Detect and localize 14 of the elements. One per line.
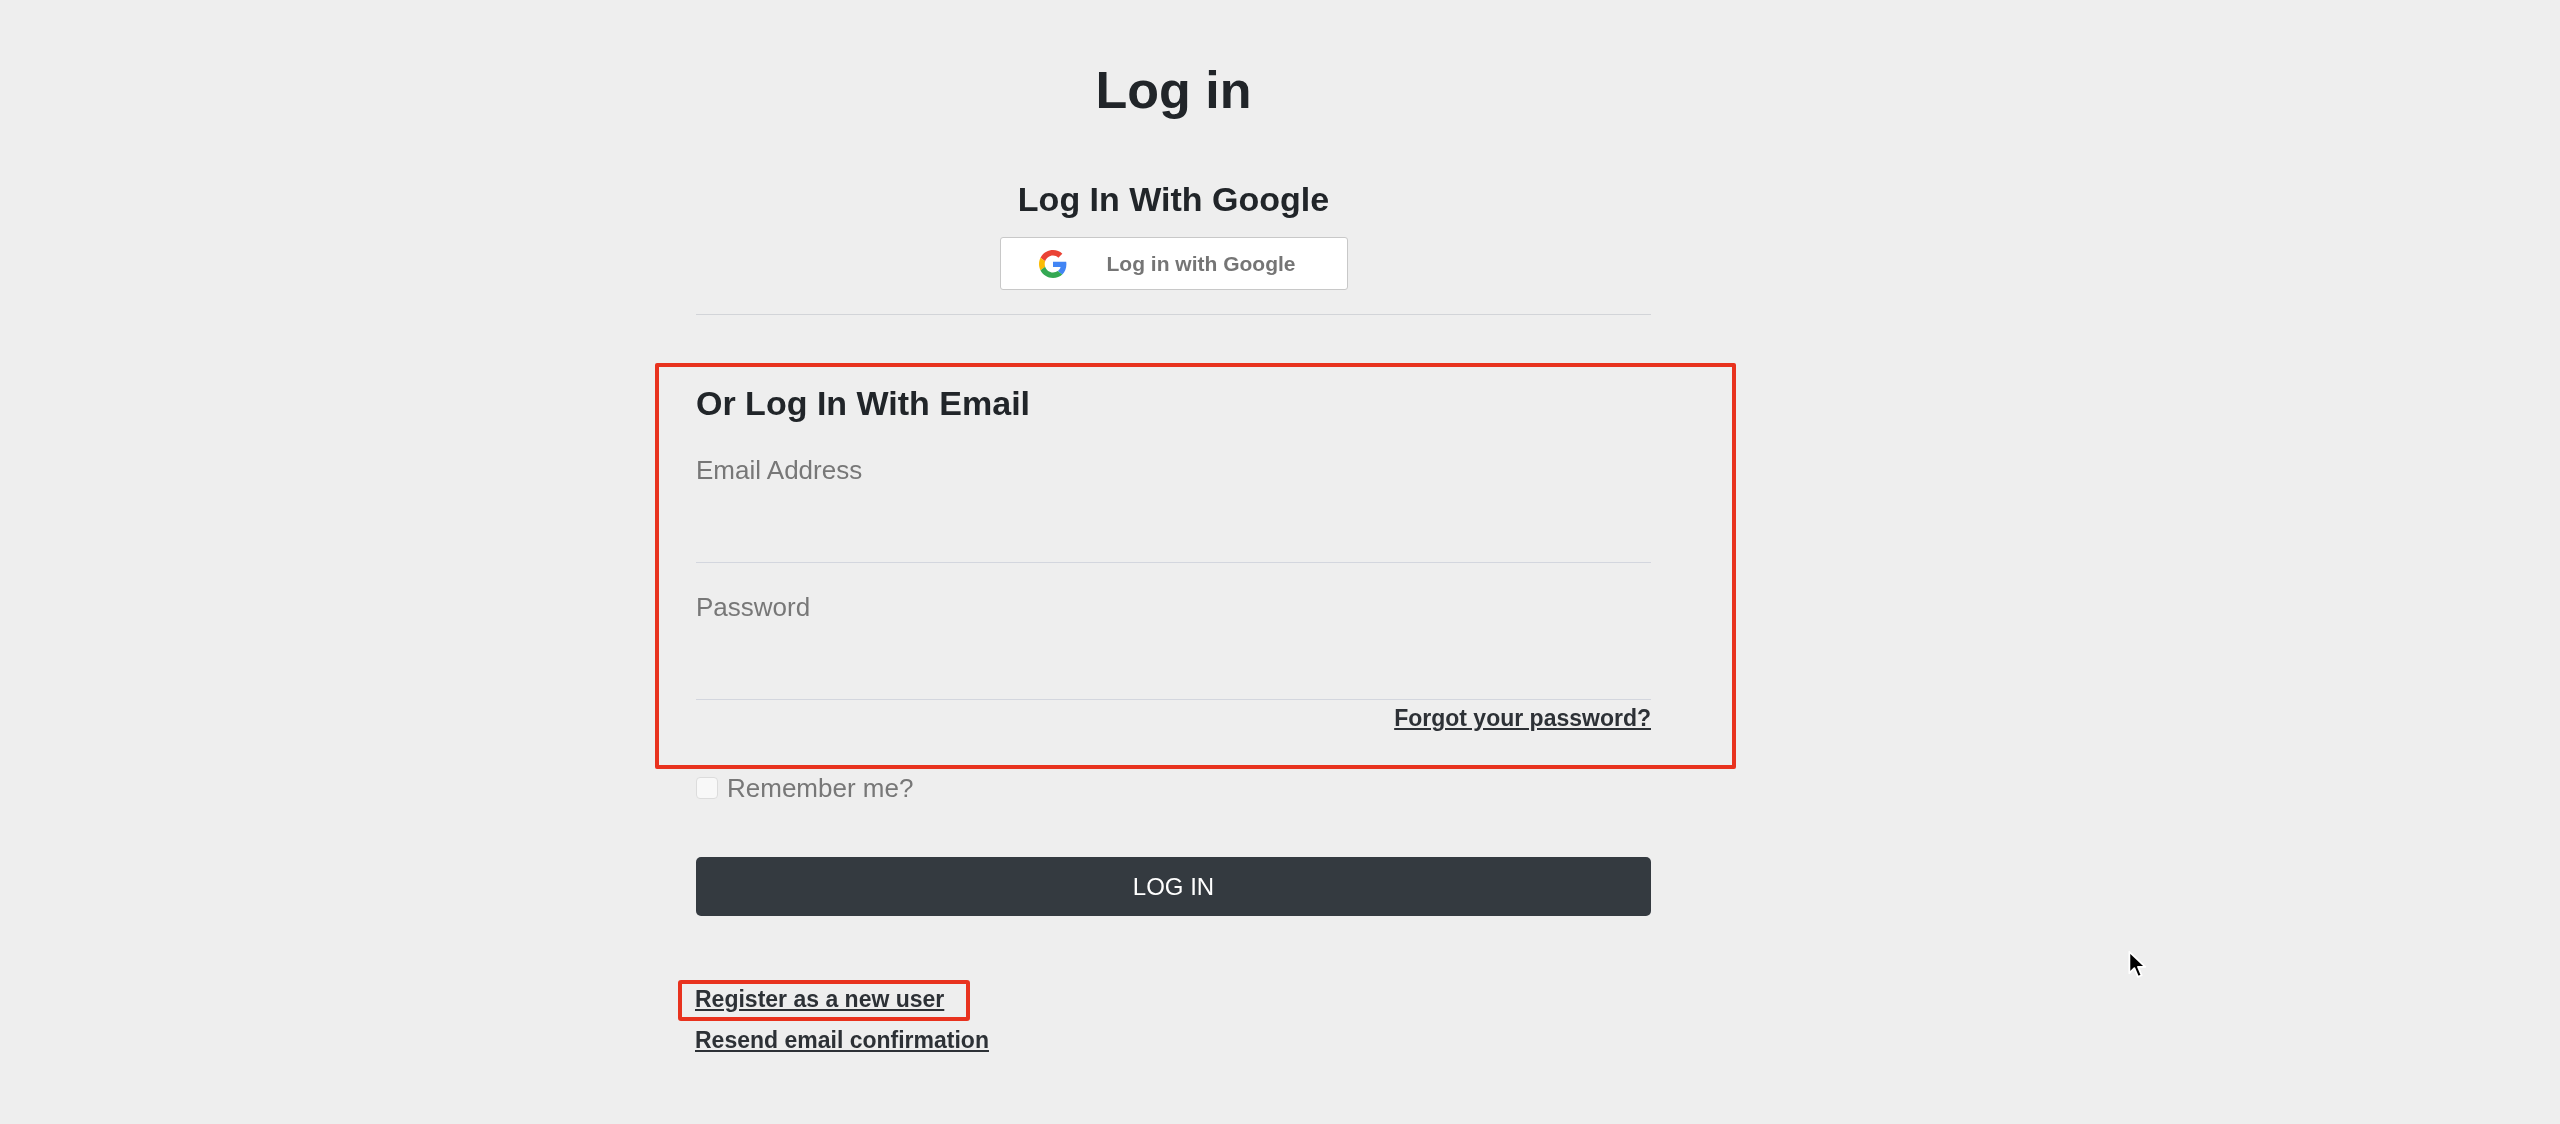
field-label: Password (696, 591, 811, 623)
google-login-button[interactable]: Log in with Google (999, 237, 1348, 290)
forgot-password-link[interactable]: Forgot your password? (1394, 705, 1651, 731)
account-link[interactable]: Register as a new user (695, 986, 945, 1012)
remember-checkbox[interactable] (696, 777, 718, 799)
g-logo-icon (1038, 249, 1067, 278)
pointer-cursor-icon (2128, 950, 2148, 980)
remember-label[interactable]: Remember me? (727, 774, 914, 802)
login-button[interactable]: LOG IN (696, 857, 1651, 916)
email-heading: Or Log In With Email (696, 383, 1031, 424)
account-link[interactable]: Resend email confirmation (695, 1027, 989, 1053)
page-title: Log in (1095, 60, 1252, 121)
field-label: Email Address (696, 454, 863, 486)
google-heading: Log In With Google (1017, 179, 1330, 220)
